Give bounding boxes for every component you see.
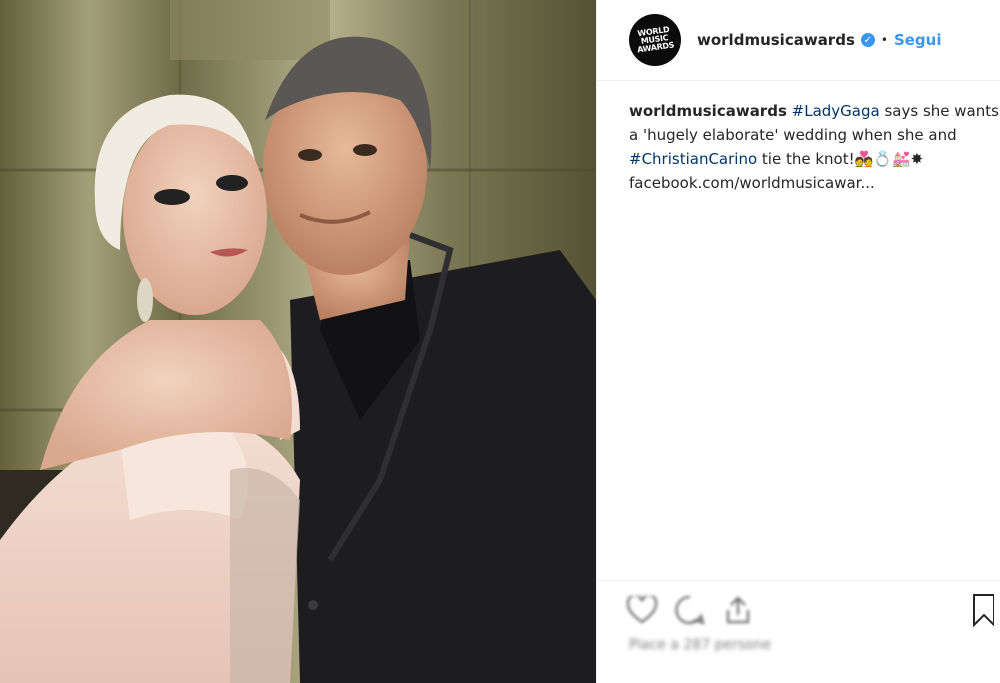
post-caption: worldmusicawards #LadyGaga says she want… [597, 81, 1000, 195]
hashtag-ladygaga[interactable]: #LadyGaga [792, 102, 880, 120]
share-icon[interactable] [721, 593, 755, 627]
verified-badge-icon: ✓ [860, 33, 875, 47]
bookmark-icon[interactable] [972, 593, 1000, 628]
comment-icon[interactable] [673, 593, 707, 627]
caption-line-2: a 'hugely elaborate' wedding when she an… [629, 126, 957, 144]
post-sidebar: WORLD MUSIC AWARDS worldmusicawards ✓ • … [596, 0, 1000, 683]
separator-dot: • [880, 33, 888, 47]
post-header: WORLD MUSIC AWARDS worldmusicawards ✓ • … [597, 0, 1000, 81]
caption-link[interactable]: facebook.com/worldmusicawar... [629, 171, 1000, 195]
caption-line-1: worldmusicawards #LadyGaga says she want… [629, 99, 1000, 123]
follow-button[interactable]: Segui [894, 31, 942, 49]
avatar[interactable]: WORLD MUSIC AWARDS [629, 14, 681, 66]
likes-count[interactable]: Piace a 287 persone [597, 627, 1000, 653]
caption-text-1: says she wants [879, 102, 999, 120]
action-bar [597, 581, 1000, 627]
heart-icon[interactable] [625, 593, 659, 627]
instagram-post: WORLD MUSIC AWARDS worldmusicawards ✓ • … [0, 0, 1000, 683]
hashtag-christiancarino[interactable]: #ChristianCarino [629, 150, 757, 168]
avatar-logo: WORLD MUSIC AWARDS [635, 25, 675, 55]
photo-illustration [0, 0, 596, 683]
username-link[interactable]: worldmusicawards [697, 31, 855, 49]
post-photo[interactable] [0, 0, 596, 683]
caption-line-3: #ChristianCarino tie the knot!💑💍💒✸ [629, 147, 1000, 171]
caption-text-2: tie the knot!💑💍💒✸ [757, 150, 924, 168]
caption-username[interactable]: worldmusicawards [629, 102, 787, 120]
post-actions-area: Piace a 287 persone [597, 580, 1000, 653]
